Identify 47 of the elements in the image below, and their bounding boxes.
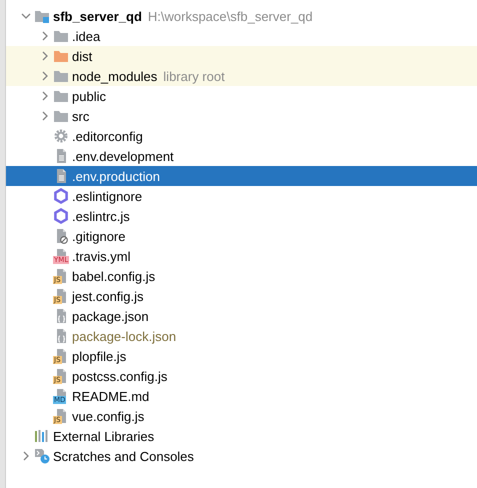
hexagon-ring-icon: [53, 208, 69, 224]
item-name: public: [72, 88, 106, 104]
tree-item[interactable]: node_modules library root: [6, 66, 477, 86]
item-name: .eslintignore: [72, 188, 142, 204]
item-name: plopfile.js: [72, 348, 126, 364]
item-name: .travis.yml: [72, 248, 130, 264]
tree-item[interactable]: .gitignore: [6, 226, 477, 246]
item-name: .editorconfig: [72, 128, 143, 144]
item-name: babel.config.js: [72, 268, 156, 284]
item-name: External Libraries: [53, 428, 154, 444]
tree-item[interactable]: .env.production: [6, 166, 477, 186]
item-name: .env.production: [72, 168, 160, 184]
tree-item[interactable]: External Libraries: [6, 426, 477, 446]
tree-item[interactable]: Scratches and Consoles: [6, 446, 477, 466]
scratch-clock-icon: [34, 448, 50, 464]
tree-item[interactable]: .idea: [6, 26, 477, 46]
item-name: jest.config.js: [72, 288, 144, 304]
item-name: node_modules: [72, 68, 158, 84]
item-hint: library root: [163, 68, 225, 84]
library-bars-icon: [34, 428, 50, 444]
item-name: .idea: [72, 28, 100, 44]
gear-icon: [53, 128, 69, 144]
item-name: .gitignore: [72, 228, 126, 244]
tree-item[interactable]: public: [6, 86, 477, 106]
item-name: .eslintrc.js: [72, 208, 130, 224]
tree-item[interactable]: src: [6, 106, 477, 126]
tree-item[interactable]: package.json: [6, 306, 477, 326]
item-name: Scratches and Consoles: [53, 448, 194, 464]
hexagon-ring-icon: [53, 188, 69, 204]
tree-item[interactable]: .eslintignore: [6, 186, 477, 206]
tree-item[interactable]: .eslintrc.js: [6, 206, 477, 226]
tree-item[interactable]: .env.development: [6, 146, 477, 166]
item-name: package.json: [72, 308, 149, 324]
tree-item[interactable]: .editorconfig: [6, 126, 477, 146]
tree-item[interactable]: package-lock.json: [6, 326, 477, 346]
item-hint: H:\workspace\sfb_server_qd: [148, 8, 313, 24]
item-name: postcss.config.js: [72, 368, 168, 384]
item-name: .env.development: [72, 148, 174, 164]
item-name: dist: [72, 48, 92, 64]
project-folder-icon: [34, 8, 50, 24]
item-name: vue.config.js: [72, 408, 144, 424]
item-name: sfb_server_qd: [53, 8, 142, 24]
item-name: src: [72, 108, 90, 124]
tree-item[interactable]: dist: [6, 46, 477, 66]
item-name: README.md: [72, 388, 150, 404]
item-name: package-lock.json: [72, 328, 176, 344]
tree-item[interactable]: sfb_server_qd H:\workspace\sfb_server_qd: [6, 6, 477, 26]
